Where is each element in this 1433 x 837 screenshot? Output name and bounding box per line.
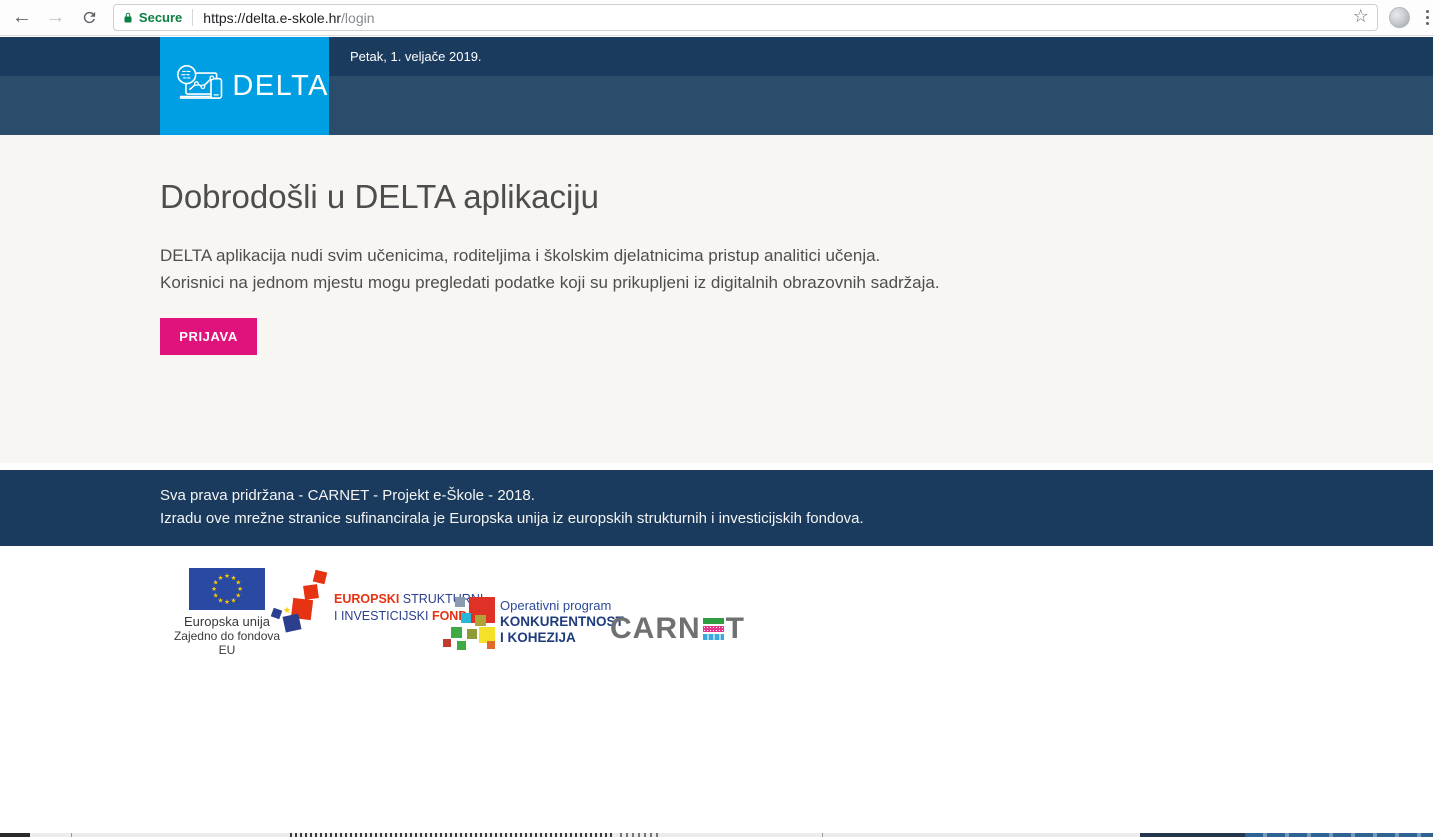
description-line-2: Korisnici na jednom mjestu mogu pregleda… [160, 269, 940, 296]
footer-line-2: Izradu ove mrežne stranice sufinancirala… [160, 507, 864, 530]
svg-text:★: ★ [224, 598, 230, 606]
page-description: DELTA aplikacija nudi svim učenicima, ro… [160, 242, 940, 296]
opkk-line-1: Operativni program [500, 598, 624, 613]
address-bar[interactable]: Secure https://delta.e-skole.hr/login ☆ [113, 4, 1378, 31]
delta-logo-icon [173, 59, 226, 113]
reload-icon[interactable] [77, 6, 101, 30]
footer-line-1: Sva prava pridržana - CARNET - Projekt e… [160, 484, 864, 507]
opkk-logo-icon [443, 597, 495, 649]
esif-logo-block: ★ EUROPSKI STRUKTURNI I INVESTICIJSKI FO… [272, 587, 447, 649]
esif-word-europski: EUROPSKI [334, 592, 399, 606]
background-window-sliver [0, 833, 1433, 837]
main-content: Dobrodošli u DELTA aplikaciju DELTA apli… [0, 135, 1433, 463]
description-line-1: DELTA aplikacija nudi svim učenicima, ro… [160, 242, 940, 269]
secure-badge: Secure [139, 10, 182, 25]
svg-text:★: ★ [224, 572, 230, 580]
forward-arrow-icon[interactable]: → [44, 6, 68, 30]
funding-logos-row: ★★ ★★ ★★ ★★ ★★ ★★ Europska unija Zajedno… [0, 565, 1433, 655]
footer-text: Sva prava pridržana - CARNET - Projekt e… [160, 484, 864, 530]
opkk-logo-text: Operativni program KONKURENTNOST I KOHEZ… [500, 598, 624, 645]
eu-logo-caption-1: Europska unija [172, 614, 282, 629]
browser-menu-icon[interactable] [1422, 6, 1433, 30]
eu-flag-icon: ★★ ★★ ★★ ★★ ★★ ★★ [189, 568, 265, 610]
prijava-login-button[interactable]: PRIJAVA [160, 318, 257, 355]
browser-toolbar: ← → Secure https://delta.e-skole.hr/logi… [0, 0, 1433, 36]
lock-icon [122, 11, 134, 25]
url-text[interactable]: https://delta.e-skole.hr/login [203, 10, 374, 26]
page-title: Dobrodošli u DELTA aplikaciju [160, 178, 599, 216]
profile-avatar[interactable] [1389, 7, 1410, 28]
carnet-e-bars-icon [703, 618, 724, 640]
eu-logo-block: ★★ ★★ ★★ ★★ ★★ ★★ Europska unija Zajedno… [172, 568, 282, 657]
footer: Sva prava pridržana - CARNET - Projekt e… [0, 470, 1433, 546]
carnet-logo-text-left: CARN [610, 615, 701, 643]
url-scheme: https:// [203, 10, 245, 26]
opkk-line-3: I KOHEZIJA [500, 630, 624, 645]
svg-text:★: ★ [231, 597, 237, 605]
delta-logo-text: DELTA [232, 70, 329, 103]
omnibox-divider [192, 9, 193, 26]
carnet-logo-text-right: T [726, 615, 745, 643]
delta-logo[interactable]: DELTA [160, 37, 329, 135]
url-host: delta.e-skole.hr [245, 10, 341, 26]
back-arrow-icon[interactable]: ← [10, 6, 34, 30]
opkk-line-2: KONKURENTNOST [500, 614, 624, 629]
svg-text:★: ★ [218, 574, 224, 582]
url-path: /login [341, 10, 374, 26]
esif-logo-icon: ★ [272, 569, 332, 635]
carnet-logo: CARN T [610, 615, 745, 643]
header-date: Petak, 1. veljače 2019. [350, 37, 482, 76]
bookmark-star-icon[interactable]: ☆ [1353, 6, 1369, 27]
esif-word-investicijski: I INVESTICIJSKI [334, 609, 432, 623]
eu-logo-caption-2: Zajedno do fondova EU [172, 629, 282, 657]
